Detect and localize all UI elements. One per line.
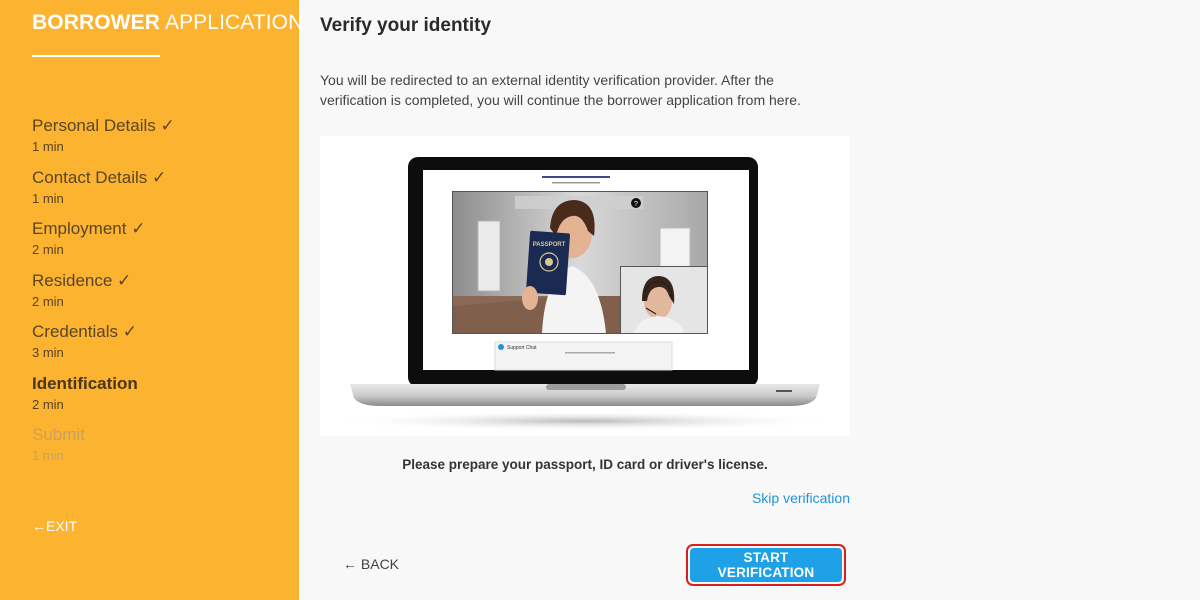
step-label: Contact Details ✓ [32,167,167,187]
back-button[interactable]: ← BACK [343,556,399,572]
main-content: Verify your identity You will be redirec… [299,0,1200,600]
start-verification-highlight: START VERIFICATION [686,544,846,586]
page-title: Verify your identity [320,15,492,36]
passport-text: PASSPORT [533,242,566,248]
step-list: Personal Details ✓ 1 min Contact Details… [32,116,282,477]
sidebar: BORROWER APPLICATION Personal Details ✓ 1… [0,0,303,600]
step-label: Personal Details ✓ [32,116,175,135]
brand-title: BORROWER APPLICATION [32,11,303,35]
support-chat-text: Support Chat [507,345,537,351]
svg-text:?: ? [634,201,638,208]
step-label: Credentials ✓ [32,322,137,341]
start-verification-button[interactable]: START VERIFICATION [690,548,842,582]
laptop-illustration: ? PASSPORT Support Chat [320,136,850,436]
step-time: 2 min [32,293,64,309]
step-time: 2 min [32,396,64,412]
step-personal-details[interactable]: Personal Details ✓ 1 min [32,116,282,168]
skip-verification-link[interactable]: Skip verification [752,490,850,506]
laptop-video-call-image: ? PASSPORT Support Chat [330,157,840,431]
step-label: Residence ✓ [32,270,132,290]
step-label: Identification [32,373,138,393]
step-time: 2 min [32,242,64,257]
brand-bold: BORROWER [32,11,160,34]
step-time: 3 min [32,345,64,360]
step-time: 1 min [32,190,64,206]
step-label: Submit [32,425,85,444]
step-label: Employment ✓ [32,219,146,238]
brand-underline [32,55,160,57]
exit-link[interactable]: ←EXIT [32,518,77,534]
step-residence[interactable]: Residence ✓ 2 min [32,271,282,323]
step-time: 1 min [32,448,64,463]
step-time: 1 min [32,139,64,154]
step-employment[interactable]: Employment ✓ 2 min [32,219,282,271]
page-description: You will be redirected to an external id… [320,72,801,108]
step-identification: Identification 2 min [32,374,282,426]
step-submit: Submit 1 min [32,425,282,477]
step-contact-details[interactable]: Contact Details ✓ 1 min [32,168,282,220]
instruction-text: Please prepare your passport, ID card or… [402,457,768,472]
step-credentials[interactable]: Credentials ✓ 3 min [32,322,282,374]
brand-light: APPLICATION [164,11,304,34]
